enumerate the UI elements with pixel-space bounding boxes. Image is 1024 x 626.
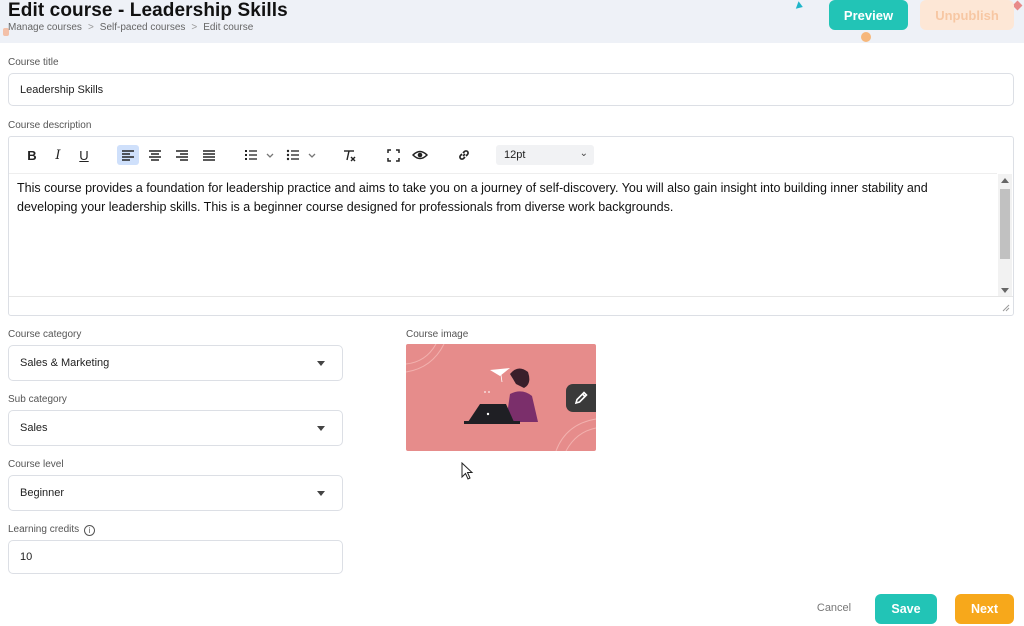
- link-icon: [459, 150, 469, 160]
- course-title-input[interactable]: Leadership Skills: [8, 73, 1014, 106]
- bold-button[interactable]: B: [21, 145, 43, 165]
- align-right-icon: [176, 150, 188, 161]
- align-left-icon: [122, 150, 134, 161]
- learning-credits-label-text: Learning credits: [8, 524, 80, 535]
- course-category-label: Course category: [8, 329, 82, 340]
- bulleted-list-icon: [286, 149, 316, 161]
- breadcrumb-separator: >: [191, 22, 198, 33]
- course-category-value: Sales & Marketing: [20, 357, 110, 369]
- clear-formatting-icon: [344, 149, 356, 161]
- resize-handle-icon[interactable]: [1002, 304, 1010, 312]
- fullscreen-button[interactable]: [382, 145, 404, 165]
- breadcrumb-item-edit-course: Edit course: [203, 22, 254, 33]
- course-description-label: Course description: [8, 120, 92, 131]
- decoration-dot: [861, 32, 871, 42]
- mouse-cursor-icon: [461, 462, 474, 480]
- bulleted-list-button[interactable]: [284, 145, 318, 165]
- course-level-value: Beginner: [20, 487, 65, 499]
- page-header: Edit course - Leadership Skills Manage c…: [0, 0, 1024, 43]
- numbered-list-button[interactable]: [242, 145, 276, 165]
- course-image[interactable]: [406, 344, 596, 451]
- align-left-button[interactable]: [117, 145, 139, 165]
- font-size-value: 12pt: [504, 149, 526, 161]
- learning-credits-label: Learning credits i: [8, 524, 95, 536]
- align-center-button[interactable]: [144, 145, 166, 165]
- unpublish-button[interactable]: Unpublish: [920, 0, 1014, 30]
- clear-formatting-button[interactable]: [338, 145, 360, 165]
- breadcrumb: Manage courses > Self-paced courses > Ed…: [8, 22, 253, 33]
- decoration-triangle: [795, 1, 805, 11]
- page-title: Edit course - Leadership Skills: [8, 0, 288, 21]
- align-justify-icon: [203, 150, 215, 161]
- dropdown-arrow-icon: [317, 361, 325, 366]
- decoration-diamond: [1012, 0, 1023, 11]
- align-center-icon: [149, 150, 161, 161]
- scroll-down-icon[interactable]: [1001, 288, 1009, 293]
- chevron-down-icon: ⌄: [579, 148, 588, 159]
- course-image-label: Course image: [406, 329, 469, 340]
- align-justify-button[interactable]: [198, 145, 220, 165]
- numbered-list-icon: [245, 150, 274, 160]
- preview-button[interactable]: Preview: [829, 0, 908, 30]
- editor-statusbar: [9, 296, 1013, 315]
- editor-toolbar: B I U 12pt ⌄: [9, 137, 1013, 173]
- sub-category-label: Sub category: [8, 394, 67, 405]
- save-button[interactable]: Save: [875, 594, 937, 624]
- breadcrumb-item-self-paced-courses[interactable]: Self-paced courses: [100, 22, 186, 33]
- font-size-select[interactable]: 12pt ⌄: [496, 145, 594, 165]
- edit-image-button[interactable]: [566, 384, 596, 412]
- next-button[interactable]: Next: [955, 594, 1014, 624]
- editor-scrollbar[interactable]: [998, 174, 1012, 297]
- preview-toggle-button[interactable]: [409, 145, 431, 165]
- cancel-button[interactable]: Cancel: [806, 596, 862, 620]
- scroll-thumb[interactable]: [1000, 189, 1010, 259]
- course-level-label: Course level: [8, 459, 64, 470]
- insert-link-button[interactable]: [453, 145, 475, 165]
- breadcrumb-item-manage-courses[interactable]: Manage courses: [8, 22, 82, 33]
- description-editor: B I U 12pt ⌄ This course provides a foun…: [8, 136, 1014, 316]
- course-level-select[interactable]: Beginner: [8, 475, 343, 511]
- learning-credits-input[interactable]: 10: [8, 540, 343, 574]
- course-title-label: Course title: [8, 57, 59, 68]
- breadcrumb-separator: >: [87, 22, 94, 33]
- scroll-up-icon[interactable]: [1001, 178, 1009, 183]
- description-textarea[interactable]: This course provides a foundation for le…: [9, 173, 997, 297]
- dropdown-arrow-icon: [317, 426, 325, 431]
- underline-button[interactable]: U: [73, 145, 95, 165]
- sub-category-value: Sales: [20, 422, 48, 434]
- course-category-select[interactable]: Sales & Marketing: [8, 345, 343, 381]
- sub-category-select[interactable]: Sales: [8, 410, 343, 446]
- fullscreen-icon: [386, 148, 400, 162]
- eye-icon: [412, 150, 428, 160]
- dropdown-arrow-icon: [317, 491, 325, 496]
- align-right-button[interactable]: [171, 145, 193, 165]
- info-icon[interactable]: i: [83, 525, 95, 536]
- pencil-icon: [574, 391, 588, 405]
- italic-button[interactable]: I: [47, 145, 69, 165]
